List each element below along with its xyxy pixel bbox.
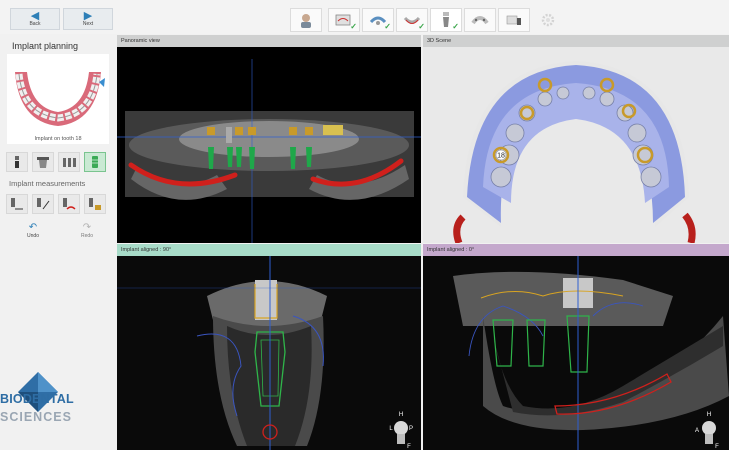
step-guide-design[interactable] [464,8,496,32]
aligned-90-title: Implant aligned : 90° [117,244,421,256]
orient-label-h: H [707,412,711,418]
sidebar-title: Implant planning [12,41,79,51]
next-label: Next [82,21,94,27]
aligned-0-title: Implant aligned : 0° [423,244,729,256]
measurements-title: Implant measurements [9,179,86,188]
undo-icon: ↶ [28,222,38,233]
undo-button[interactable]: ↶ Undo [8,220,58,242]
undo-label: Undo [27,233,39,239]
panoramic-view-panel[interactable]: Panoramic view [117,35,421,243]
logo-text-line1: BIODENTAL [0,392,74,406]
top-toolbar: ◀ Back ▶ Next ✓ ✓ ✓ ✓ [0,0,729,34]
step-nerve[interactable]: ✓ [396,8,428,32]
next-button[interactable]: ▶ Next [63,8,113,30]
step-patient[interactable] [290,8,322,32]
nerve-distance-icon [63,198,76,210]
next-arrow-icon: ▶ [83,10,93,22]
logo-text-line2: SCIENCES [0,410,72,424]
green-implant-icon [92,156,98,168]
gear-icon [541,13,555,27]
back-label: Back [29,21,41,27]
orient-label-f: F [715,444,719,450]
implant-tool-1[interactable] [6,152,28,172]
measure-tool-3[interactable] [58,194,80,214]
jaw-thumbnail [7,54,109,144]
redo-icon: ↷ [82,222,92,233]
density-icon [89,198,101,210]
3d-scene-title: 3D Scene [423,35,729,47]
step-finish[interactable] [532,8,564,32]
check-icon: ✓ [418,22,425,31]
check-icon: ✓ [452,22,459,31]
guide-design-icon [471,16,489,25]
single-implant-icon [15,156,19,168]
redo-button[interactable]: ↷ Redo [62,220,112,242]
multi-implant-icon [63,158,76,167]
measure-tool-1[interactable] [6,194,28,214]
orient-label-f: F [407,444,411,450]
3d-scene-panel[interactable]: 3D Scene 18 [423,35,729,243]
back-arrow-icon: ◀ [30,10,40,22]
workflow-steps: ✓ ✓ ✓ ✓ [290,8,566,32]
app-window: ◀ Back ▶ Next ✓ ✓ ✓ ✓ Implant planning I… [0,0,729,450]
step-segmentation[interactable]: ✓ [362,8,394,32]
measurement-tools-row [6,194,106,214]
aligned-0-image[interactable]: H A F [423,256,729,450]
tooth-number-label: 18 [497,153,505,160]
export-icon [506,15,521,25]
panoramic-image[interactable] [117,47,421,243]
orient-label-a: A [695,428,699,434]
orient-label-p: P [409,426,413,432]
3d-scene-image[interactable]: 18 [423,47,729,243]
step-implant[interactable]: ✓ [430,8,462,32]
check-icon: ✓ [350,22,357,31]
angle-icon [37,198,50,210]
step-scan-data[interactable]: ✓ [328,8,360,32]
implant-tool-4[interactable] [84,152,106,172]
patient-icon [301,14,311,28]
implant-caption: Implant on tooth 18 [34,136,82,142]
check-icon: ✓ [384,22,391,31]
measure-tool-2[interactable] [32,194,54,214]
implant-tools-row [6,152,106,172]
implant-aligned-0-panel[interactable]: Implant aligned : 0° H A F [423,244,729,450]
aligned-90-image[interactable]: H L P F [117,256,421,450]
back-button[interactable]: ◀ Back [10,8,60,30]
implant-tool-3[interactable] [58,152,80,172]
panoramic-title: Panoramic view [117,35,421,47]
left-sidebar: Implant planning Implant on tooth 18 Imp… [0,34,116,450]
distance-icon [11,198,23,210]
measure-tool-4[interactable] [84,194,106,214]
implant-icon [443,12,449,27]
redo-label: Redo [81,233,93,239]
step-export[interactable] [498,8,530,32]
implant-tool-2[interactable] [32,152,54,172]
implant-aligned-90-panel[interactable]: Implant aligned : 90° H L P F [117,244,421,450]
orient-label-h: H [399,412,403,418]
abutment-icon [37,157,49,168]
jaw-model-icon [15,72,105,126]
